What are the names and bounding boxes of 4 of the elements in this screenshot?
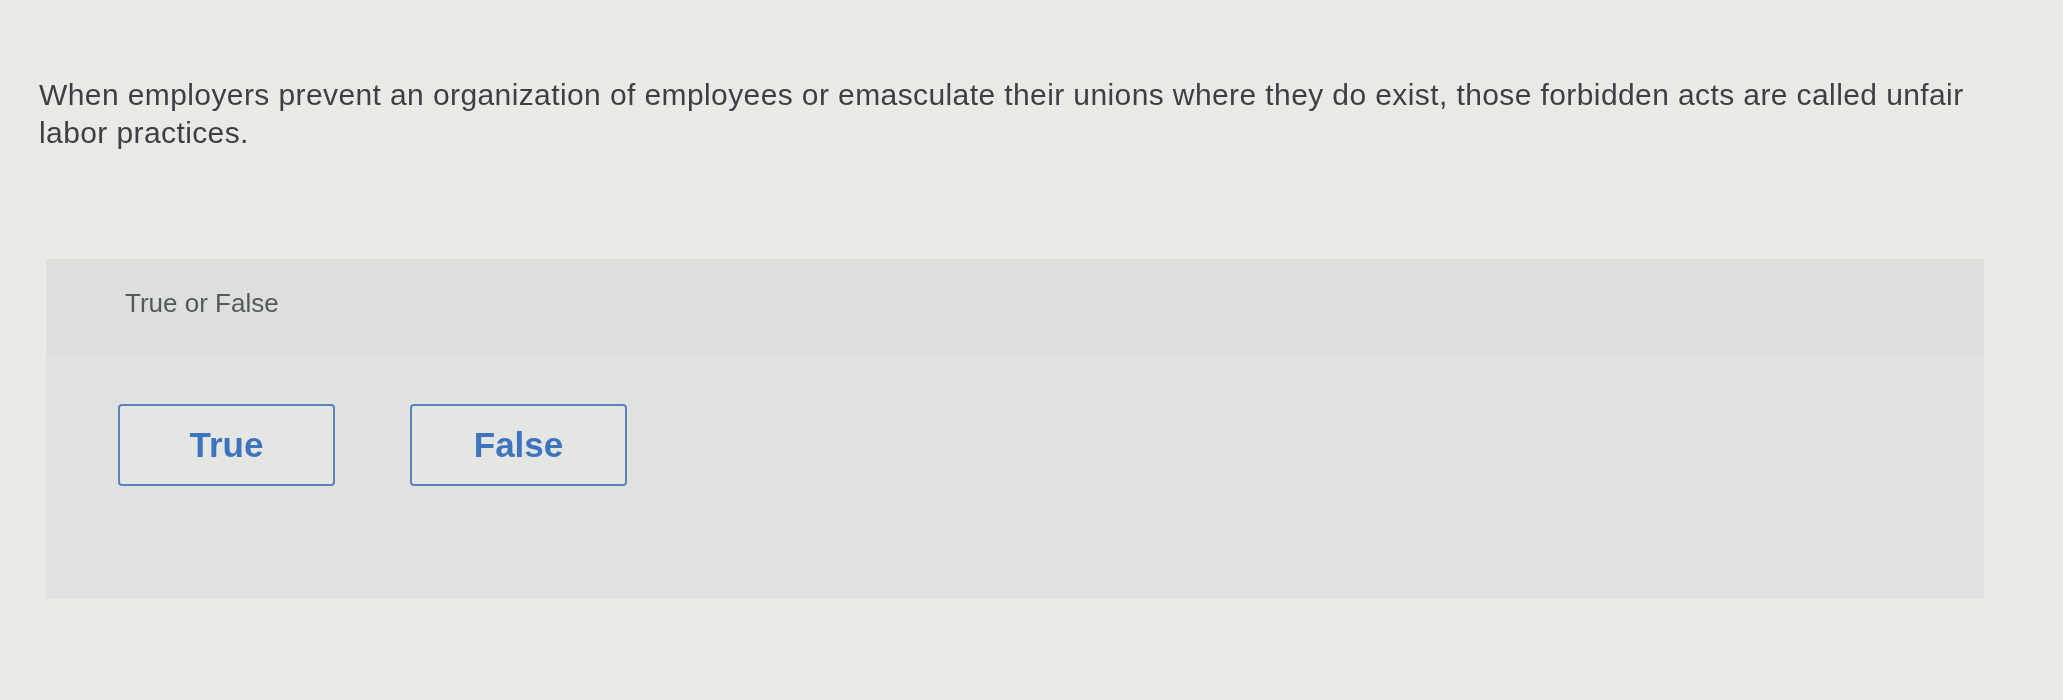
answer-option-button[interactable]: False (410, 404, 627, 486)
question-text: When employers prevent an organization of employees or emasculate their unions where they do exist, those forbidden acts are called unfair labor practices. (39, 77, 1965, 151)
question-type-label: True or False (125, 288, 279, 318)
answer-option-button[interactable]: True (118, 404, 335, 486)
